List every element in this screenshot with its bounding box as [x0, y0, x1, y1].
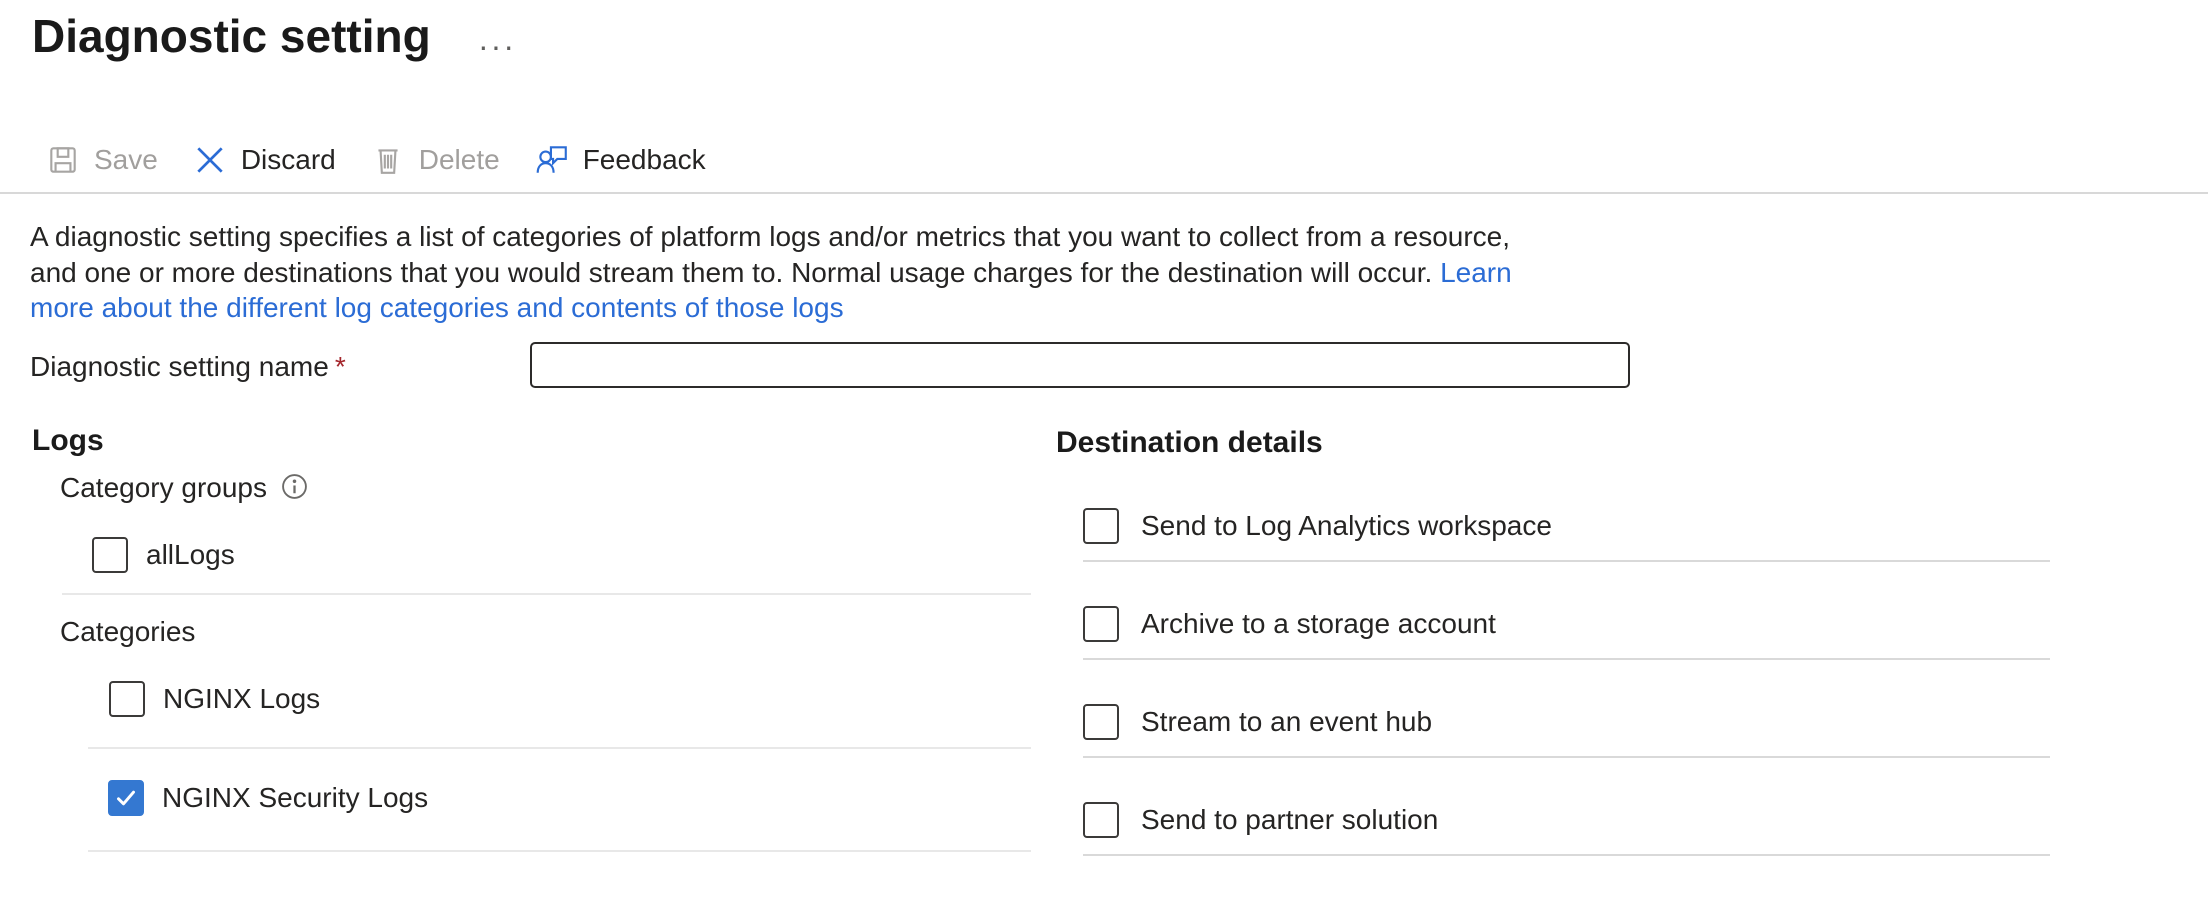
command-bar: Save Discard Delete	[45, 136, 706, 184]
diagnostic-setting-name-label: Diagnostic setting name*	[30, 351, 346, 383]
send-to-log-analytics-checkbox[interactable]	[1083, 508, 1119, 544]
description-text: A diagnostic setting specifies a list of…	[30, 219, 1512, 326]
discard-label: Discard	[241, 144, 336, 176]
checkmark-icon	[111, 783, 141, 813]
nginx-logs-checkbox[interactable]	[109, 681, 145, 717]
logs-heading: Logs	[32, 424, 104, 458]
learn-more-link[interactable]: Learn	[1440, 257, 1512, 288]
send-to-partner-solution-label: Send to partner solution	[1141, 804, 1438, 836]
save-button[interactable]: Save	[45, 142, 158, 178]
send-to-partner-solution-row: Send to partner solution	[1083, 802, 1438, 838]
name-label-text: Diagnostic setting name	[30, 351, 329, 382]
more-options-button[interactable]: ···	[472, 28, 522, 64]
save-icon	[45, 142, 81, 178]
discard-x-icon	[192, 142, 228, 178]
destination-divider-2	[1083, 658, 2050, 660]
logs-group-divider	[62, 593, 1031, 595]
nginx-security-logs-divider	[88, 850, 1031, 852]
destination-divider-3	[1083, 756, 2050, 758]
nginx-security-logs-row: NGINX Security Logs	[108, 780, 428, 816]
description-line-1: A diagnostic setting specifies a list of…	[30, 219, 1512, 255]
description-line-2-text: and one or more destinations that you wo…	[30, 257, 1432, 288]
nginx-logs-label: NGINX Logs	[163, 683, 320, 715]
category-groups-row: Category groups	[60, 472, 308, 504]
save-label: Save	[94, 144, 158, 176]
categories-label: Categories	[60, 616, 195, 648]
nginx-logs-row: NGINX Logs	[109, 681, 320, 717]
alllogs-label: allLogs	[146, 539, 235, 571]
destination-divider-4	[1083, 854, 2050, 856]
category-groups-label: Category groups	[60, 472, 267, 504]
stream-to-event-hub-row: Stream to an event hub	[1083, 704, 1432, 740]
discard-button[interactable]: Discard	[192, 142, 336, 178]
archive-to-storage-label: Archive to a storage account	[1141, 608, 1496, 640]
info-icon	[281, 473, 308, 503]
destination-details-heading: Destination details	[1056, 426, 1323, 460]
delete-label: Delete	[419, 144, 500, 176]
destination-divider-1	[1083, 560, 2050, 562]
category-groups-info-button[interactable]	[281, 473, 308, 503]
ellipsis-icon: ···	[478, 28, 516, 64]
nginx-security-logs-checkbox[interactable]	[108, 780, 144, 816]
archive-to-storage-row: Archive to a storage account	[1083, 606, 1496, 642]
description-line-2: and one or more destinations that you wo…	[30, 255, 1512, 291]
delete-trash-icon	[370, 142, 406, 178]
nginx-logs-divider	[88, 747, 1031, 749]
nginx-security-logs-label: NGINX Security Logs	[162, 782, 428, 814]
archive-to-storage-checkbox[interactable]	[1083, 606, 1119, 642]
stream-to-event-hub-checkbox[interactable]	[1083, 704, 1119, 740]
feedback-label: Feedback	[583, 144, 706, 176]
send-to-log-analytics-label: Send to Log Analytics workspace	[1141, 510, 1552, 542]
diagnostic-setting-page: Diagnostic setting ··· Save Discard	[0, 0, 2208, 908]
send-to-log-analytics-row: Send to Log Analytics workspace	[1083, 508, 1552, 544]
delete-button[interactable]: Delete	[370, 142, 500, 178]
required-asterisk: *	[335, 351, 346, 382]
send-to-partner-solution-checkbox[interactable]	[1083, 802, 1119, 838]
description-line-3: more about the different log categories …	[30, 290, 1512, 326]
learn-more-link-continued[interactable]: more about the different log categories …	[30, 292, 844, 323]
alllogs-checkbox[interactable]	[92, 537, 128, 573]
alllogs-row: allLogs	[92, 537, 235, 573]
page-title: Diagnostic setting	[32, 8, 431, 64]
stream-to-event-hub-label: Stream to an event hub	[1141, 706, 1432, 738]
feedback-button[interactable]: Feedback	[534, 142, 706, 178]
toolbar-divider	[0, 192, 2208, 194]
diagnostic-setting-name-input[interactable]	[530, 342, 1630, 388]
feedback-person-icon	[534, 142, 570, 178]
